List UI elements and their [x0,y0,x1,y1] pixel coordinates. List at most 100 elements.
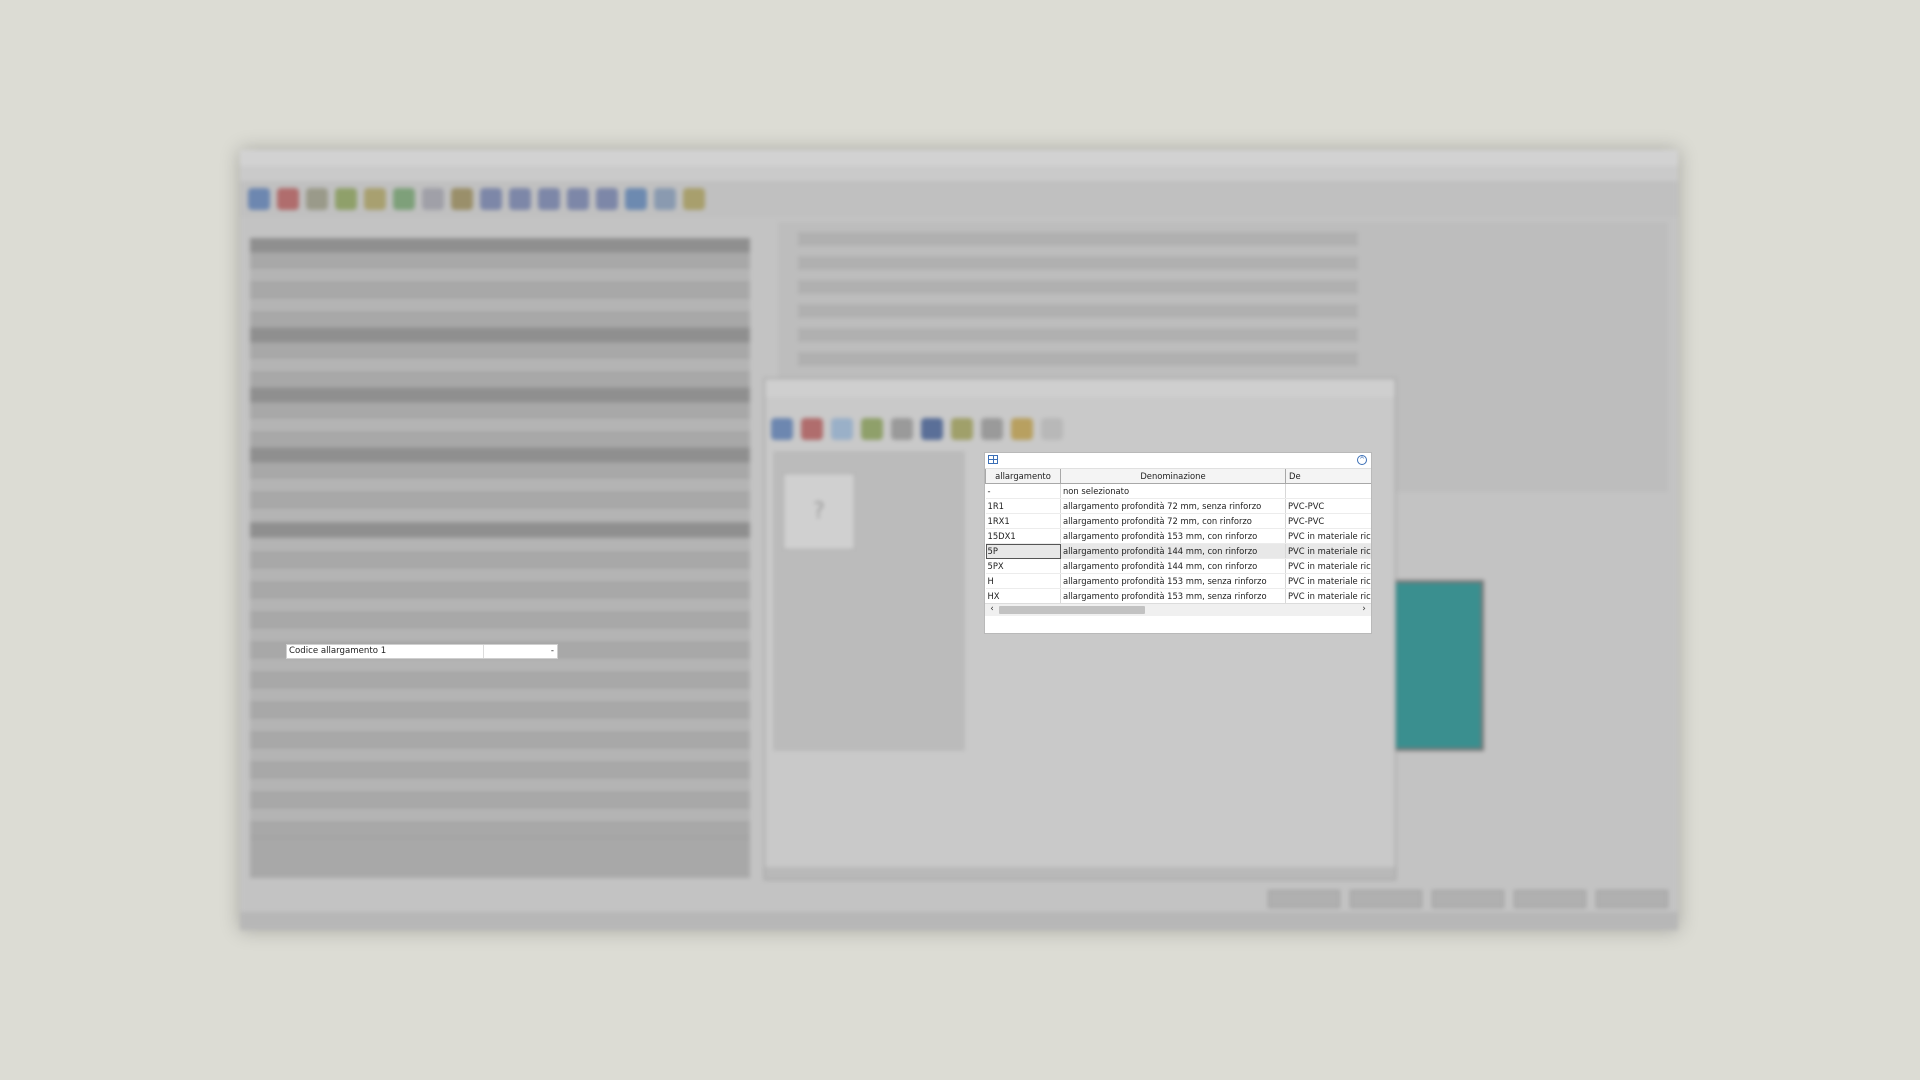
table-row[interactable]: 1RX1 allargamento profondità 72 mm, con … [985,513,1371,529]
wizard-button [1432,890,1504,908]
cell-name: allargamento profondità 72 mm, con rinfo… [1060,513,1286,529]
grid-row [250,658,750,673]
table-row[interactable]: - non selezionato [985,483,1371,499]
toolbar-icon [538,188,560,210]
codice-allargamento-edit-row[interactable]: Codice allargamento 1 - [286,644,558,659]
toolbar-icon [248,188,270,210]
wizard-button [1514,890,1586,908]
grid-row [250,418,750,433]
grid-row [250,298,750,313]
toolbar-icon [306,188,328,210]
toolbar-icon [861,418,883,440]
cell-code: - [985,483,1061,499]
wizard-button [1350,890,1422,908]
cell-code: 1R1 [985,498,1061,514]
toolbar-icon [921,418,943,440]
toolbar-icon [831,418,853,440]
grid-row [250,328,750,343]
cell-desc: PVC-PVC [1285,513,1371,529]
grid-row [250,553,750,568]
cell-name: allargamento profondità 153 mm, senza ri… [1060,588,1286,604]
toolbar-icon [951,418,973,440]
scroll-left-icon[interactable]: ‹ [986,604,998,616]
cell-name: allargamento profondità 72 mm, senza rin… [1060,498,1286,514]
dialog-toolbar [765,411,1395,447]
grid-row [250,703,750,718]
toolbar-icon [683,188,705,210]
grid-row [250,313,750,328]
grid-row [250,283,750,298]
wizard-button [1596,890,1668,908]
app-titlebar [240,150,1678,166]
cell-desc: PVC in materiale ricicla [1285,543,1371,559]
form-row [798,304,1358,318]
toolbar-icon [277,188,299,210]
grid-row [250,778,750,793]
grid-row [250,688,750,703]
grid-row [250,538,750,553]
toolbar-icon [801,418,823,440]
form-row [798,256,1358,270]
cell-code: HX [985,588,1061,604]
grid-row [250,463,750,478]
cell-desc: PVC in materiale ricicla [1285,588,1371,604]
table-row[interactable]: 1R1 allargamento profondità 72 mm, senza… [985,498,1371,514]
toolbar-icon [335,188,357,210]
toolbar-icon [654,188,676,210]
grid-row [250,388,750,403]
table-row[interactable]: H allargamento profondità 153 mm, senza … [985,573,1371,589]
app-toolbar [240,181,1678,217]
grid-row [250,358,750,373]
field-label: Codice allargamento 1 [287,645,484,658]
table-row[interactable]: HX allargamento profondità 153 mm, senza… [985,588,1371,604]
form-row [798,280,1358,294]
grid-row [250,268,750,283]
grid-row [250,508,750,523]
toolbar-icon [1011,418,1033,440]
lookup-table: allargamento Denominazione De - non sele… [985,469,1371,604]
column-header-descrizione[interactable]: De [1285,469,1371,484]
grid-row [250,613,750,628]
collapse-icon[interactable]: ^ [1357,455,1367,465]
grid-row [250,793,750,808]
cell-code: 5P [985,543,1061,559]
cell-desc: PVC-PVC [1285,498,1371,514]
cell-code: H [985,573,1061,589]
toolbar-icon [625,188,647,210]
grid-row [250,373,750,388]
grid-row [250,568,750,583]
toolbar-icon [422,188,444,210]
table-row-selected[interactable]: 5P allargamento profondità 144 mm, con r… [985,543,1371,559]
grid-row [250,673,750,688]
toolbar-icon [393,188,415,210]
wizard-button [1268,890,1340,908]
column-header-denominazione[interactable]: Denominazione [1060,469,1286,484]
properties-grid [250,238,750,878]
dialog-statusbar [765,867,1395,879]
grid-row [250,583,750,598]
cell-desc: PVC in materiale ricicla [1285,528,1371,544]
cell-name: non selezionato [1060,483,1286,499]
grid-row [250,628,750,643]
lookup-table-panel[interactable]: ^ allargamento Denominazione De - non se… [984,452,1372,634]
table-row[interactable]: 5PX allargamento profondità 144 mm, con … [985,558,1371,574]
toolbar-icon [509,188,531,210]
table-row[interactable]: 15DX1 allargamento profondità 153 mm, co… [985,528,1371,544]
grid-row [250,253,750,268]
horizontal-scrollbar[interactable]: ‹ › [985,603,1371,616]
details-panel: ? [773,451,965,751]
grid-row [250,718,750,733]
toolbar-icon [451,188,473,210]
scroll-right-icon[interactable]: › [1358,604,1370,616]
toolbar-icon [480,188,502,210]
column-header-allargamento[interactable]: allargamento [985,469,1061,484]
cell-desc: PVC in materiale ricicla [1285,558,1371,574]
grid-icon [988,455,998,464]
cell-desc [1285,483,1371,499]
scrollbar-thumb[interactable] [999,606,1145,614]
grid-row [250,598,750,613]
dialog-titlebar [765,379,1395,397]
toolbar-icon [596,188,618,210]
toolbar-icon [771,418,793,440]
field-value[interactable]: - [484,645,557,658]
